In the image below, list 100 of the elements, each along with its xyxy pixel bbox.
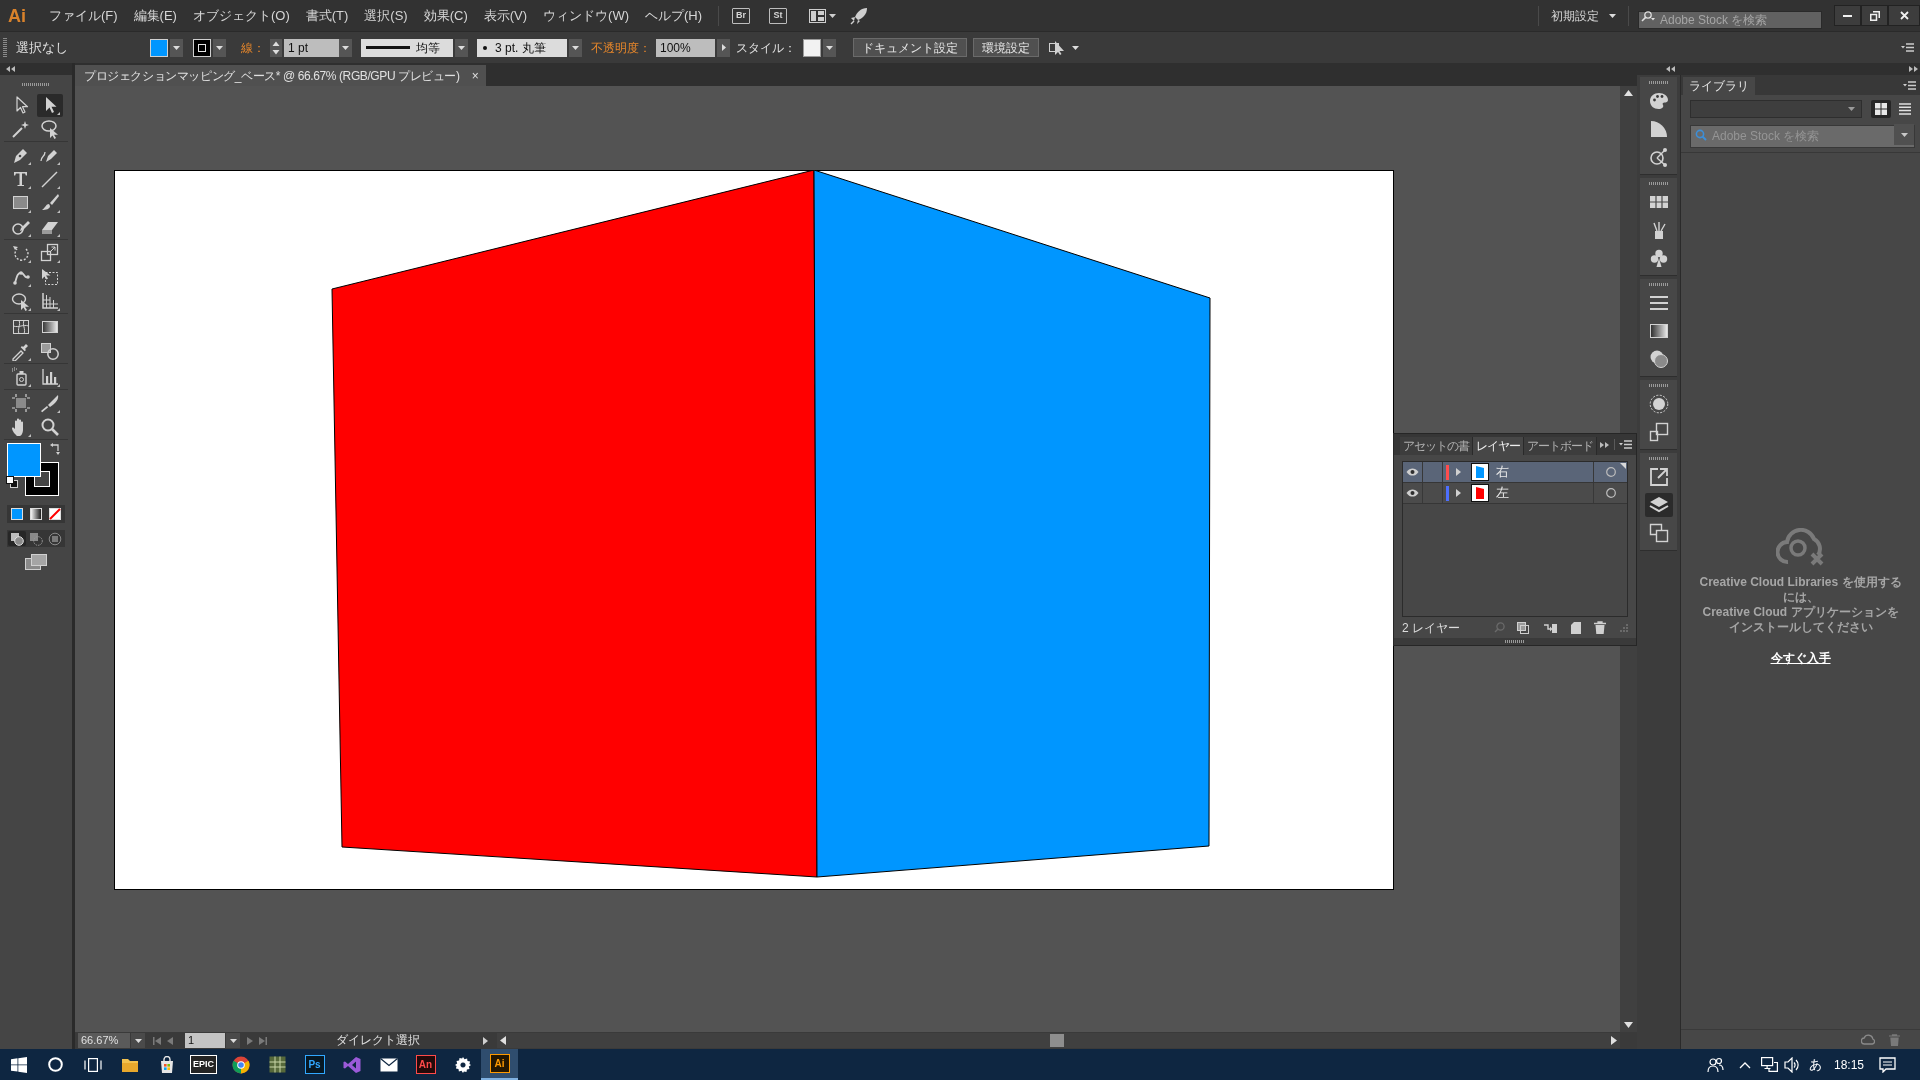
scroll-down-icon[interactable]: [1624, 1022, 1633, 1028]
minimize-button[interactable]: [1834, 5, 1861, 26]
square-arrow-icon[interactable]: [1049, 40, 1067, 55]
dropdown-button[interactable]: [339, 38, 352, 57]
arrow-into-box-icon[interactable]: [1544, 622, 1557, 633]
dropdown-button[interactable]: [455, 38, 468, 57]
layer-row[interactable]: 左: [1403, 483, 1627, 504]
menu-item[interactable]: ヘルプ(H): [637, 3, 711, 28]
style-swatch[interactable]: [803, 38, 821, 57]
get-now-link[interactable]: 今すぐ入手: [1770, 649, 1831, 667]
stroke-swatch[interactable]: [193, 38, 211, 57]
zoom-field[interactable]: 66.67%: [78, 1033, 130, 1048]
stroke-profile-dropdown[interactable]: 均等: [361, 38, 453, 57]
panel-tab[interactable]: アセットの書: [1400, 437, 1473, 455]
chevron-up-icon[interactable]: [1739, 1060, 1751, 1069]
ring-icon[interactable]: [1605, 488, 1616, 498]
page-icon[interactable]: [1571, 621, 1581, 634]
clock[interactable]: 18:15: [1828, 1049, 1870, 1080]
close-button[interactable]: [1888, 5, 1920, 26]
dropdown-button[interactable]: [569, 38, 582, 57]
panel-tab[interactable]: レイヤー: [1473, 437, 1524, 455]
menu-item[interactable]: オブジェクト(O): [184, 3, 298, 28]
menu-item[interactable]: 効果(C): [415, 3, 476, 28]
network-icon[interactable]: [1760, 1057, 1778, 1072]
direct-selection-tool[interactable]: [37, 93, 63, 117]
workspace-switcher[interactable]: 初期設定: [1551, 6, 1616, 25]
collapse-icon[interactable]: [6, 66, 15, 72]
dropdown-button[interactable]: [1894, 124, 1914, 145]
volume-icon[interactable]: [1784, 1056, 1799, 1073]
task-view-icon[interactable]: [83, 1057, 102, 1072]
brush-dropdown[interactable]: 3 pt. 丸筆: [477, 38, 567, 57]
caret-down-icon[interactable]: [829, 13, 837, 18]
collapse-icon[interactable]: [1666, 66, 1675, 72]
menu-item[interactable]: 編集(E): [125, 3, 185, 28]
taskbar-app-button[interactable]: Ai: [481, 1049, 518, 1080]
preferences-button[interactable]: 環境設定: [973, 38, 1039, 57]
scroll-right-icon[interactable]: [1611, 1036, 1617, 1045]
dropdown-button[interactable]: [226, 1033, 240, 1048]
rocket-icon[interactable]: [850, 6, 869, 25]
disclosure-triangle-icon[interactable]: [1456, 489, 1461, 497]
cloud-icon[interactable]: [1861, 1034, 1875, 1045]
gradient-swatch-icon[interactable]: [30, 508, 42, 520]
layers-panel-button[interactable]: [1644, 493, 1673, 517]
taskbar-app-button[interactable]: Ps: [296, 1049, 333, 1080]
st-app-button[interactable]: St: [769, 7, 788, 24]
stroke-label[interactable]: 線：: [241, 38, 265, 57]
opacity-field[interactable]: 100%: [656, 38, 715, 57]
artboard-field[interactable]: 1: [185, 1033, 225, 1048]
stroke-weight-field[interactable]: 1 pt: [284, 38, 339, 57]
taskbar-app-button[interactable]: An: [407, 1049, 444, 1080]
circle-icon[interactable]: [48, 1057, 63, 1072]
horizontal-scrollbar[interactable]: [497, 1033, 1620, 1048]
restore-button[interactable]: [1861, 5, 1888, 26]
windows-logo-icon[interactable]: [10, 1056, 27, 1073]
previous-page-icon[interactable]: [167, 1036, 173, 1045]
tab-close-button[interactable]: ×: [471, 69, 479, 82]
last-page-icon[interactable]: [259, 1036, 267, 1045]
dropdown-button[interactable]: [131, 1033, 145, 1048]
disclosure-triangle-icon[interactable]: [1456, 468, 1461, 476]
menu-item[interactable]: 選択(S): [356, 3, 416, 28]
menu-item[interactable]: 表示(V): [475, 3, 536, 28]
ring-icon[interactable]: [1605, 467, 1616, 477]
scroll-up-icon[interactable]: [1624, 90, 1633, 96]
overlap-squares-icon[interactable]: [1517, 621, 1529, 634]
people-icon[interactable]: [1706, 1056, 1724, 1073]
color-mode-button[interactable]: [10, 508, 23, 520]
panel-menu-icon[interactable]: [1903, 80, 1916, 90]
spinner-arrows-icon[interactable]: [270, 38, 282, 57]
resize-grip-icon[interactable]: [1620, 623, 1628, 632]
menu-item[interactable]: ウィンドウ(W): [535, 3, 637, 28]
panel-menu-icon[interactable]: [1619, 440, 1632, 449]
overlapping-screens-icon[interactable]: [25, 554, 47, 570]
opacity-label[interactable]: 不透明度：: [591, 38, 651, 57]
ime-indicator[interactable]: あ: [1802, 1049, 1828, 1080]
scrollbar-thumb[interactable]: [1050, 1034, 1064, 1047]
fill-swatch[interactable]: [150, 38, 168, 57]
grid-view-button[interactable]: [1871, 100, 1891, 118]
panel-menu-icon[interactable]: [1901, 43, 1914, 52]
menu-item[interactable]: ファイル(F): [41, 3, 126, 28]
panel-tab[interactable]: ライブラリ: [1683, 77, 1755, 95]
expand-icon[interactable]: [1909, 66, 1918, 72]
layer-row[interactable]: 右: [1403, 462, 1627, 483]
caret-down-icon[interactable]: [1072, 45, 1079, 50]
taskbar-app-button[interactable]: EPIC: [185, 1049, 222, 1080]
expand-icon[interactable]: [1600, 441, 1609, 448]
swap-arrows-icon[interactable]: [50, 443, 62, 455]
document-tab[interactable]: プロジェクションマッピング_ベース* @ 66.67% (RGB/GPU プレビュー) ×: [75, 65, 486, 86]
trash-icon[interactable]: [1594, 621, 1606, 634]
panel-tab[interactable]: アートボード: [1524, 437, 1597, 455]
document-setup-button[interactable]: ドキュメント設定: [853, 38, 967, 57]
opacity-slider-button[interactable]: [717, 38, 730, 57]
draw-mode-button[interactable]: [7, 531, 26, 546]
window-layout-icon[interactable]: [809, 8, 827, 23]
scroll-left-icon[interactable]: [500, 1036, 506, 1045]
caret-right-icon[interactable]: [483, 1036, 488, 1045]
menu-item[interactable]: 書式(T): [297, 3, 357, 28]
br-app-button[interactable]: Br: [732, 7, 751, 24]
first-page-icon[interactable]: [153, 1036, 161, 1045]
dropdown-button[interactable]: [213, 38, 226, 57]
stock-search-field[interactable]: Adobe Stock を検索: [1638, 10, 1822, 29]
